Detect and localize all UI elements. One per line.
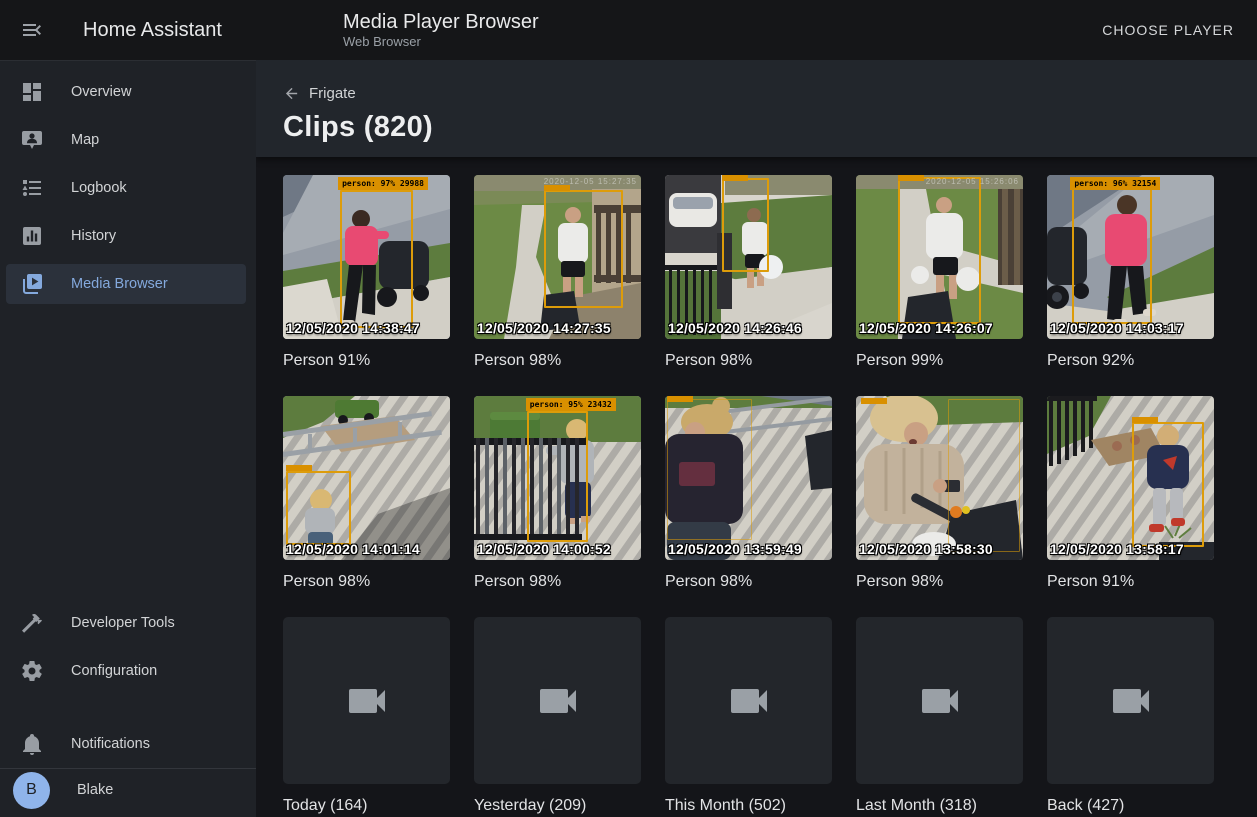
media-browser-panel: Frigate Clips (820) xyxy=(256,60,1257,817)
folder-thumbnail xyxy=(474,617,641,784)
clip-label: Person 98% xyxy=(665,351,832,370)
sidebar-item-developer-tools[interactable]: Developer Tools xyxy=(6,603,246,643)
clip-thumbnail: person: 95% 23432 12/05/2020 14:00:52 xyxy=(474,396,641,560)
clip-thumbnail: person: 97% 29988 12/05/2020 14:38:47 xyxy=(283,175,450,339)
arrow-left-icon xyxy=(283,85,300,102)
hammer-icon xyxy=(20,611,44,635)
clip-card[interactable]: 2020-12-05 15:27:35 12/05/2020 14:27:35 … xyxy=(474,175,641,370)
clip-card[interactable]: 12/05/2020 14:26:46 Person 98% xyxy=(665,175,832,370)
clip-label: Person 91% xyxy=(1047,572,1214,591)
clip-card[interactable]: 12/05/2020 13:58:30 Person 98% xyxy=(856,396,1023,591)
sidebar-item-label: Notifications xyxy=(71,736,150,752)
clip-card[interactable]: 12/05/2020 14:01:14 Person 98% xyxy=(283,396,450,591)
panel-title: Media Player Browser xyxy=(343,10,539,34)
folder-label: Yesterday (209) xyxy=(474,796,641,815)
sidebar-item-notifications[interactable]: Notifications xyxy=(6,724,246,764)
sidebar-item-configuration[interactable]: Configuration xyxy=(6,651,246,691)
choose-player-button[interactable]: CHOOSE PLAYER xyxy=(1094,14,1242,46)
folder-card-this-month[interactable]: This Month (502) xyxy=(665,617,832,815)
video-icon xyxy=(1107,677,1155,725)
folder-label: Back (427) xyxy=(1047,796,1214,815)
clip-thumbnail: 2020-12-05 15:27:35 12/05/2020 14:27:35 xyxy=(474,175,641,339)
clip-card[interactable]: person: 97% 29988 12/05/2020 14:38:47 Pe… xyxy=(283,175,450,370)
folder-card-back[interactable]: Back (427) xyxy=(1047,617,1214,815)
gear-icon xyxy=(20,659,44,683)
content-header: Frigate Clips (820) xyxy=(256,60,1257,157)
breadcrumb-back[interactable]: Frigate xyxy=(283,85,1257,102)
sidebar-item-media-browser[interactable]: Media Browser xyxy=(6,264,246,304)
video-icon xyxy=(343,677,391,725)
page-title: Clips (820) xyxy=(283,111,1257,144)
chart-box-icon xyxy=(20,224,44,248)
clip-label: Person 98% xyxy=(474,351,641,370)
sidebar-item-label: Developer Tools xyxy=(71,615,175,631)
clip-card[interactable]: person: 96% 32154 12/05/2020 14:03:17 Pe… xyxy=(1047,175,1214,370)
video-icon xyxy=(725,677,773,725)
clip-label: Person 98% xyxy=(665,572,832,591)
sidebar-item-label: Media Browser xyxy=(71,276,168,292)
app-bar: Home Assistant Media Player Browser Web … xyxy=(0,0,1257,60)
clip-thumbnail: 12/05/2020 13:58:17 xyxy=(1047,396,1214,560)
clip-thumbnail: person: 96% 32154 12/05/2020 14:03:17 xyxy=(1047,175,1214,339)
account-location-icon xyxy=(20,128,44,152)
sidebar-item-label: Configuration xyxy=(71,663,157,679)
clip-label: Person 98% xyxy=(856,572,1023,591)
clip-thumbnail: 12/05/2020 14:01:14 xyxy=(283,396,450,560)
clip-card[interactable]: 12/05/2020 13:58:17 Person 91% xyxy=(1047,396,1214,591)
avatar: B xyxy=(13,772,50,809)
list-bulleted-icon xyxy=(20,176,44,200)
panel-subtitle: Web Browser xyxy=(343,34,539,50)
sidebar-item-overview[interactable]: Overview xyxy=(6,72,246,112)
clip-thumbnail: 12/05/2020 13:59:49 xyxy=(665,396,832,560)
clip-card[interactable]: 2020-12-05 15:26:06 12/05/2020 14:26:07 … xyxy=(856,175,1023,370)
clips-grid: person: 97% 29988 12/05/2020 14:38:47 Pe… xyxy=(256,157,1257,815)
clip-thumbnail: 12/05/2020 13:58:30 xyxy=(856,396,1023,560)
clip-label: Person 98% xyxy=(474,572,641,591)
sidebar-item-user-profile[interactable]: B Blake xyxy=(6,770,246,810)
folder-card-yesterday[interactable]: Yesterday (209) xyxy=(474,617,641,815)
clip-card[interactable]: 12/05/2020 13:59:49 Person 98% xyxy=(665,396,832,591)
clip-thumbnail: 2020-12-05 15:26:06 12/05/2020 14:26:07 xyxy=(856,175,1023,339)
folder-label: This Month (502) xyxy=(665,796,832,815)
folder-label: Today (164) xyxy=(283,796,450,815)
bell-icon xyxy=(20,732,44,756)
sidebar-item-label: Logbook xyxy=(71,180,127,196)
sidebar-divider xyxy=(0,768,256,769)
video-icon xyxy=(916,677,964,725)
sidebar-item-label: Overview xyxy=(71,84,131,100)
folder-thumbnail xyxy=(283,617,450,784)
clip-label: Person 92% xyxy=(1047,351,1214,370)
menu-open-icon[interactable] xyxy=(20,18,44,42)
sidebar-item-map[interactable]: Map xyxy=(6,120,246,160)
sidebar-item-logbook[interactable]: Logbook xyxy=(6,168,246,208)
user-name: Blake xyxy=(77,782,113,798)
sidebar-item-label: History xyxy=(71,228,116,244)
folder-card-last-month[interactable]: Last Month (318) xyxy=(856,617,1023,815)
app-title: Home Assistant xyxy=(83,19,222,42)
clip-label: Person 98% xyxy=(283,572,450,591)
folder-thumbnail xyxy=(856,617,1023,784)
sidebar-item-history[interactable]: History xyxy=(6,216,246,256)
clip-card[interactable]: person: 95% 23432 12/05/2020 14:00:52 Pe… xyxy=(474,396,641,591)
folder-card-today[interactable]: Today (164) xyxy=(283,617,450,815)
video-icon xyxy=(534,677,582,725)
sidebar: Overview Map Logbook History Media Brows… xyxy=(0,60,256,817)
folder-label: Last Month (318) xyxy=(856,796,1023,815)
folder-thumbnail xyxy=(665,617,832,784)
clip-thumbnail: 12/05/2020 14:26:46 xyxy=(665,175,832,339)
folder-thumbnail xyxy=(1047,617,1214,784)
clip-label: Person 99% xyxy=(856,351,1023,370)
breadcrumb-label: Frigate xyxy=(309,85,356,102)
view-dashboard-icon xyxy=(20,80,44,104)
panel-title-block: Media Player Browser Web Browser xyxy=(343,10,539,50)
play-box-multiple-icon xyxy=(20,272,44,296)
sidebar-item-label: Map xyxy=(71,132,99,148)
clip-label: Person 91% xyxy=(283,351,450,370)
